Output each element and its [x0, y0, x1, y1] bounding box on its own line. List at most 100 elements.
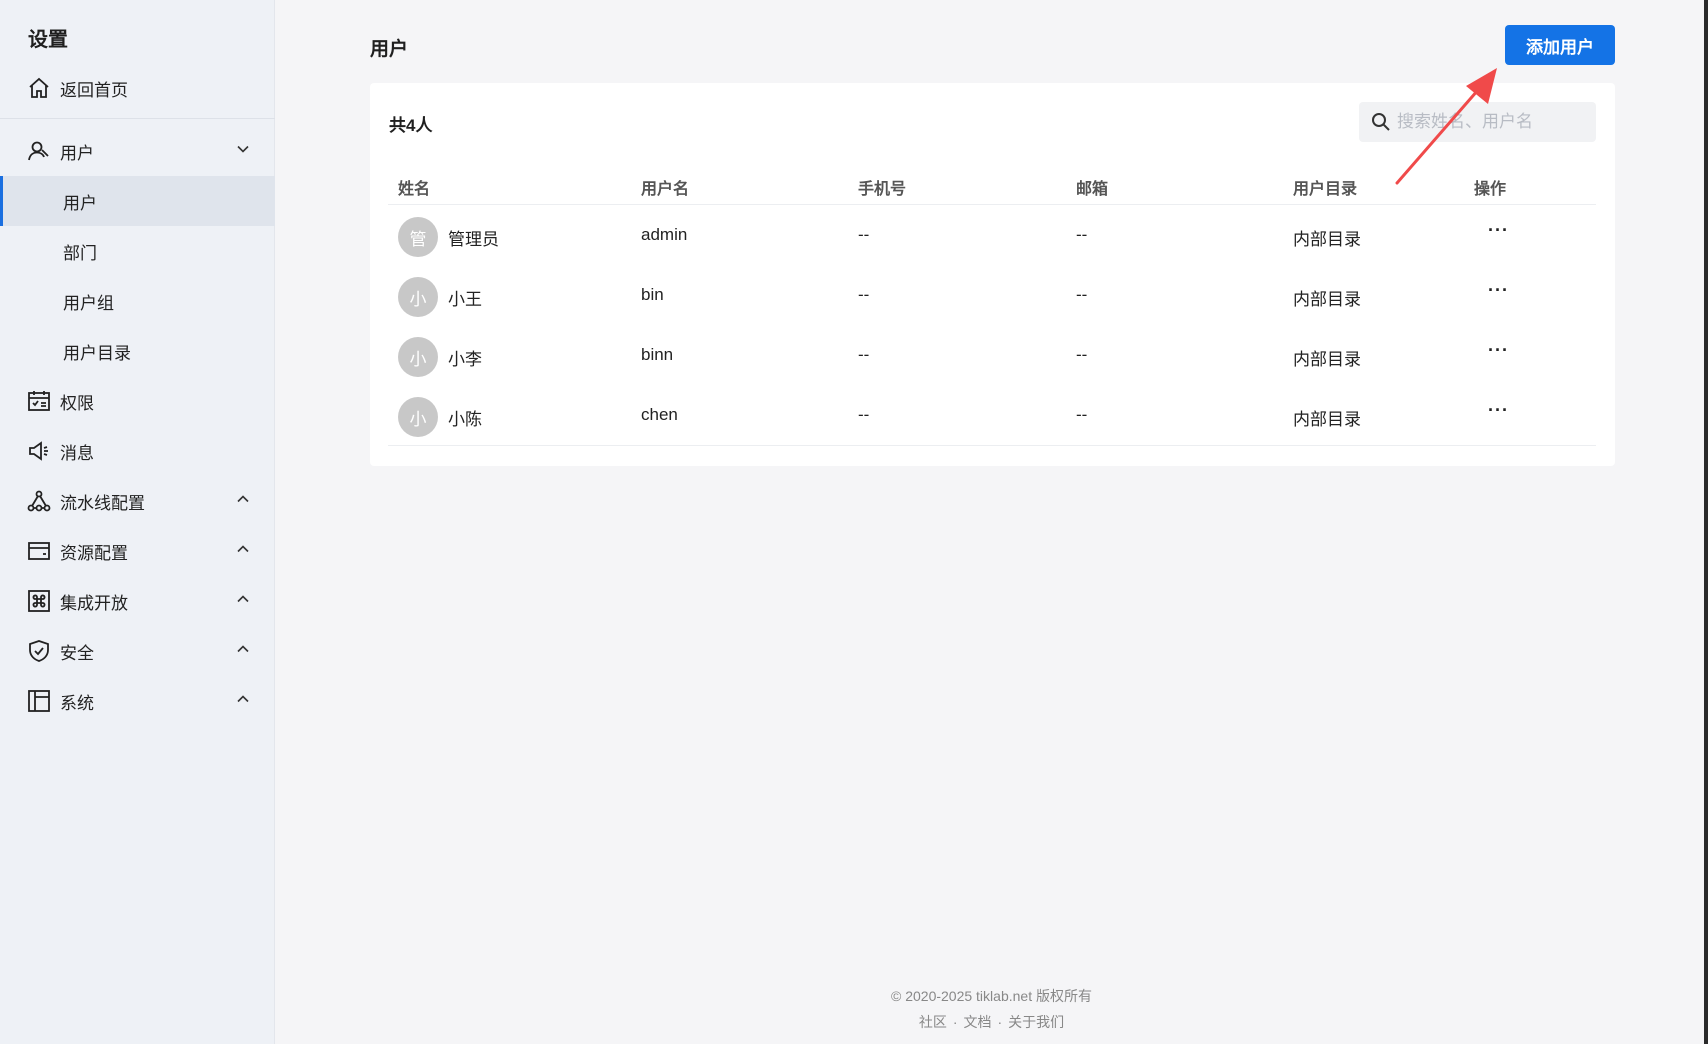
avatar: 小 [398, 397, 438, 437]
users-card: 共4人 姓名 用户名 手机号 邮箱 用户目录 操作 管 管理员 admin --… [370, 83, 1615, 466]
footer-links: 社区 · 文档 · 关于我们 [275, 1012, 1708, 1032]
more-actions-icon[interactable]: ··· [1488, 340, 1509, 361]
sidebar-sub-departments[interactable]: 部门 [0, 226, 275, 276]
avatar: 小 [398, 277, 438, 317]
sidebar-item-label: 系统 [60, 693, 94, 713]
footer-link-community[interactable]: 社区 [919, 1014, 947, 1030]
sidebar-sub-label: 用户目录 [63, 343, 131, 363]
user-count: 共4人 [389, 116, 433, 135]
cell-phone: -- [858, 405, 870, 424]
cell-name: 小王 [448, 290, 482, 309]
shield-icon [29, 640, 49, 662]
table-row[interactable]: 小 小陈 chen -- -- 内部目录 ··· [388, 386, 1596, 446]
more-actions-icon[interactable]: ··· [1488, 280, 1509, 301]
cell-phone: -- [858, 285, 870, 304]
cell-email: -- [1076, 345, 1088, 364]
chevron-up-icon [237, 645, 249, 653]
sidebar-divider [0, 118, 275, 119]
sidebar-title: 设置 [28, 29, 68, 51]
table-row[interactable]: 小 小王 bin -- -- 内部目录 ··· [388, 266, 1596, 326]
cell-phone: -- [858, 225, 870, 244]
column-header-username: 用户名 [641, 181, 690, 198]
sidebar-item-home[interactable]: 返回首页 [0, 63, 275, 113]
chevron-up-icon [237, 545, 249, 553]
sidebar: 设置 返回首页 用户 用户 部门 用户组 用户目录 权限 消息 流水线配置 资源… [0, 0, 275, 1044]
cell-name: 管理员 [448, 230, 499, 249]
cell-username: chen [641, 405, 678, 424]
more-actions-icon[interactable]: ··· [1488, 400, 1509, 421]
page-title: 用户 [370, 39, 409, 60]
cell-username: admin [641, 225, 688, 244]
cell-name: 小陈 [448, 410, 482, 429]
chevron-up-icon [237, 495, 249, 503]
sidebar-sub-label: 部门 [63, 243, 97, 263]
avatar: 管 [398, 217, 438, 257]
copyright: © 2020-2025 tiklab.net 版权所有 [891, 988, 1092, 1004]
sidebar-item-label: 返回首页 [60, 80, 128, 100]
sidebar-item-permissions[interactable]: 权限 [0, 376, 275, 426]
cell-email: -- [1076, 225, 1088, 244]
cell-phone: -- [858, 345, 870, 364]
column-header-email: 邮箱 [1076, 181, 1109, 198]
sidebar-item-resource-config[interactable]: 资源配置 [0, 526, 275, 576]
sidebar-item-messages[interactable]: 消息 [0, 426, 275, 476]
cell-directory: 内部目录 [1293, 350, 1361, 369]
avatar: 小 [398, 337, 438, 377]
sidebar-item-label: 消息 [60, 443, 94, 463]
chevron-down-icon [237, 145, 249, 153]
sidebar-item-label: 用户 [60, 143, 94, 163]
separator: · [952, 1014, 958, 1030]
calendar-check-icon [28, 391, 50, 411]
card-icon [28, 542, 50, 560]
home-icon [29, 77, 49, 98]
sidebar-item-system[interactable]: 系统 [0, 676, 275, 726]
search-box[interactable] [1359, 102, 1596, 142]
cell-directory: 内部目录 [1293, 290, 1361, 309]
column-header-name: 姓名 [398, 181, 431, 198]
footer: © 2020-2025 tiklab.net 版权所有 社区 · 文档 · 关于我们 [275, 986, 1708, 1032]
separator: · [997, 1014, 1003, 1030]
sidebar-sub-user-groups[interactable]: 用户组 [0, 276, 275, 326]
cell-username: binn [641, 345, 674, 364]
sidebar-sub-users[interactable]: 用户 [0, 176, 275, 226]
column-header-directory: 用户目录 [1293, 181, 1358, 198]
sidebar-sub-label: 用户组 [63, 293, 114, 313]
sidebar-item-pipeline-config[interactable]: 流水线配置 [0, 476, 275, 526]
cell-directory: 内部目录 [1293, 230, 1361, 249]
chevron-up-icon [237, 695, 249, 703]
flow-icon [27, 490, 51, 512]
sidebar-sub-user-directory[interactable]: 用户目录 [0, 326, 275, 376]
footer-link-docs[interactable]: 文档 [964, 1014, 992, 1030]
sidebar-item-label: 资源配置 [60, 543, 128, 563]
cell-username: bin [641, 285, 664, 304]
sidebar-item-label: 流水线配置 [60, 493, 145, 513]
sidebar-item-security[interactable]: 安全 [0, 626, 275, 676]
layout-icon [28, 690, 50, 712]
sidebar-item-label: 集成开放 [60, 593, 128, 613]
table-row[interactable]: 管 管理员 admin -- -- 内部目录 ··· [388, 206, 1596, 266]
add-user-button[interactable]: 添加用户 [1505, 25, 1615, 65]
column-header-phone: 手机号 [858, 181, 907, 198]
sidebar-sub-label: 用户 [63, 193, 97, 213]
user-icon [28, 141, 49, 161]
table-row[interactable]: 小 小李 binn -- -- 内部目录 ··· [388, 326, 1596, 386]
chevron-up-icon [237, 595, 249, 603]
more-actions-icon[interactable]: ··· [1488, 220, 1509, 241]
search-icon [1372, 113, 1390, 131]
table-header: 姓名 用户名 手机号 邮箱 用户目录 操作 [388, 163, 1596, 205]
sidebar-item-users-group[interactable]: 用户 [0, 126, 275, 176]
footer-link-about[interactable]: 关于我们 [1008, 1014, 1064, 1030]
search-input[interactable] [1397, 102, 1587, 142]
cell-directory: 内部目录 [1293, 410, 1361, 429]
megaphone-icon [29, 441, 48, 461]
cell-name: 小李 [448, 350, 482, 369]
sidebar-item-label: 权限 [60, 393, 94, 413]
window-edge [1704, 0, 1708, 1044]
app-window: 设置 返回首页 用户 用户 部门 用户组 用户目录 权限 消息 流水线配置 资源… [0, 0, 1708, 1044]
sidebar-item-integration[interactable]: 集成开放 [0, 576, 275, 626]
command-icon [28, 590, 50, 612]
cell-email: -- [1076, 285, 1088, 304]
sidebar-item-label: 安全 [60, 643, 94, 663]
column-header-actions: 操作 [1474, 181, 1507, 198]
cell-email: -- [1076, 405, 1088, 424]
